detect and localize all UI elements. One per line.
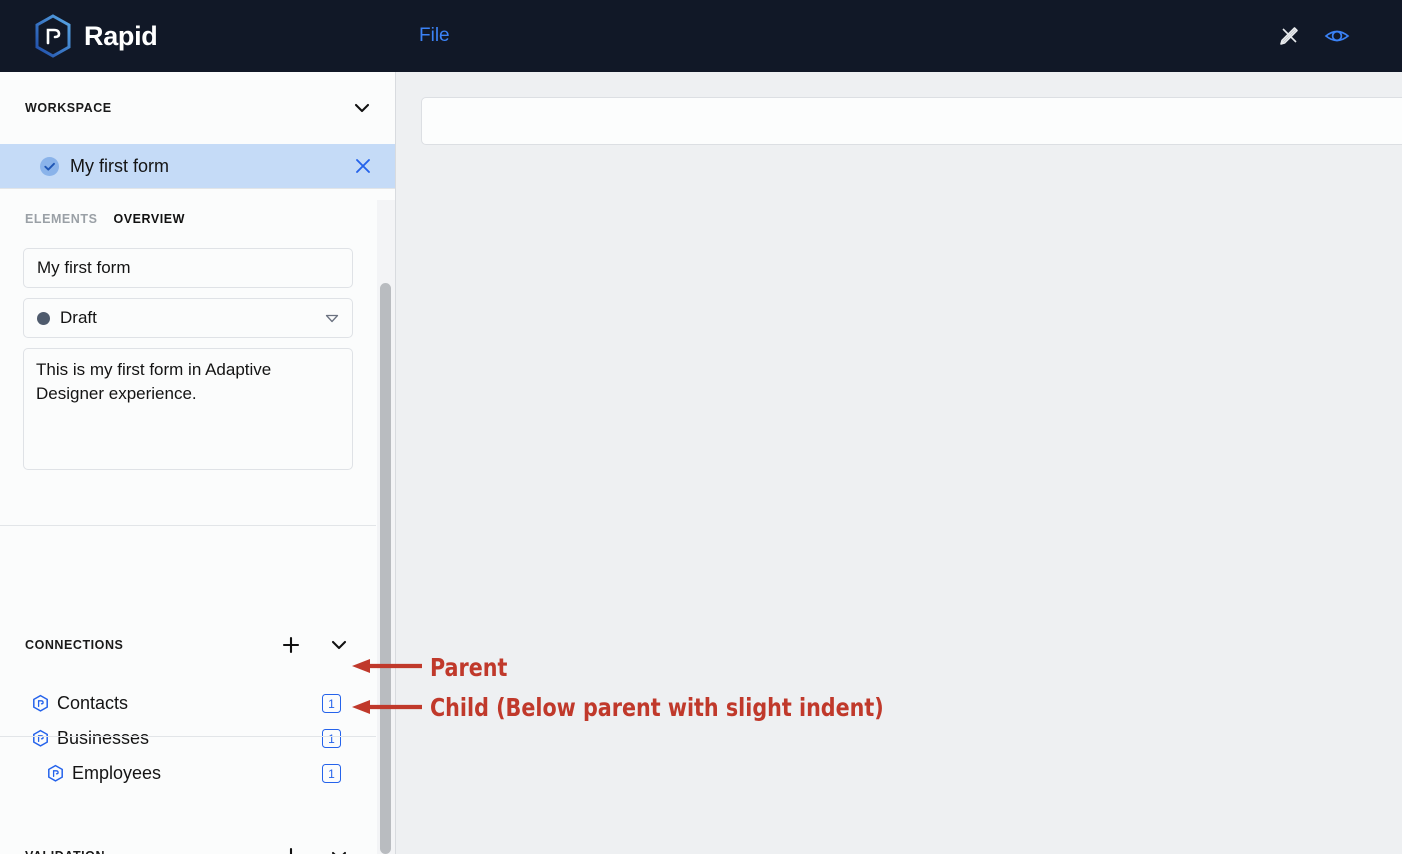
workspace-item-my-first-form[interactable]: My first form [0,144,395,188]
chevron-down-icon[interactable] [328,634,350,656]
connection-hex-icon [48,764,63,782]
workspace-label: WORKSPACE [25,101,112,115]
canvas-empty-card[interactable] [421,97,1402,145]
eye-preview-icon[interactable] [1324,23,1350,49]
annotation-parent: Parent [430,653,508,682]
connection-count-badge[interactable]: 1 [322,764,341,783]
menu-file[interactable]: File [419,25,450,47]
form-status-select[interactable]: Draft [23,298,353,338]
chevron-down-icon[interactable] [328,845,350,854]
connection-label-wrap: Employees [46,763,161,784]
connection-row-employees[interactable]: Employees 1 [0,756,376,791]
sidebar-divider-2 [0,525,376,526]
workspace-section-header[interactable]: WORKSPACE [0,72,395,144]
workspace-item-content: My first form [40,156,169,177]
close-icon[interactable] [353,156,373,176]
design-pencil-icon[interactable] [1276,23,1302,49]
tab-overview[interactable]: OVERVIEW [113,212,185,226]
overview-fields: My first form Draft This is my first for… [0,226,395,470]
validation-section-header: VALIDATION [0,809,376,854]
brand-name: Rapid [84,20,158,51]
form-description-textarea[interactable]: This is my first form in Adaptive Design… [23,348,353,470]
dropdown-triangle-icon[interactable] [323,309,341,327]
top-bar: Rapid File [0,0,1402,72]
workspace-item-label: My first form [70,155,169,176]
connection-count-badge[interactable]: 1 [322,694,341,713]
validation-actions [280,845,350,854]
connection-row-businesses[interactable]: Businesses 1 [0,721,376,756]
rapid-hex-logo-icon [35,14,71,58]
annotation-arrow-parent [352,659,422,673]
connection-row-contacts[interactable]: Contacts 1 [0,686,376,721]
sidebar-scrollbar-thumb[interactable] [380,283,391,854]
add-connection-icon[interactable] [280,634,302,656]
annotation-child: Child (Below parent with slight indent) [430,693,884,722]
connection-name: Employees [72,763,162,783]
brand-logo[interactable]: Rapid [33,14,158,58]
connections-list: Contacts 1 Businesses 1 Employees 1 [0,686,376,791]
app-root: Rapid File WORKSPACE My first form ELEME… [0,0,1402,854]
connections-label: CONNECTIONS [25,638,124,652]
tab-elements[interactable]: ELEMENTS [25,212,97,226]
check-circle-icon [40,156,59,176]
validation-label: VALIDATION [25,849,105,854]
annotation-arrow-child [352,700,422,714]
sidebar-divider-3 [0,736,376,737]
connections-section-header: CONNECTIONS [0,597,376,693]
status-dot-icon [37,311,50,325]
connection-name: Businesses [57,728,150,748]
connection-count-badge[interactable]: 1 [322,729,341,748]
topbar-icon-group [1276,23,1350,49]
connection-label-wrap: Businesses [31,728,149,749]
panel-tabs: ELEMENTS OVERVIEW [0,189,395,226]
form-canvas [396,72,1402,854]
add-validation-icon[interactable] [280,845,302,854]
status-select-value: Draft [60,308,97,327]
connection-label-wrap: Contacts [31,693,128,714]
connection-name: Contacts [57,693,129,713]
connection-hex-icon [33,694,48,712]
left-sidebar: WORKSPACE My first form ELEMENTS OVERVIE… [0,72,396,854]
connection-hex-icon [33,729,48,747]
status-select-value-wrap: Draft [37,308,97,328]
form-title-input[interactable]: My first form [23,248,353,288]
chevron-down-icon[interactable] [351,97,373,119]
connections-actions [280,634,350,656]
